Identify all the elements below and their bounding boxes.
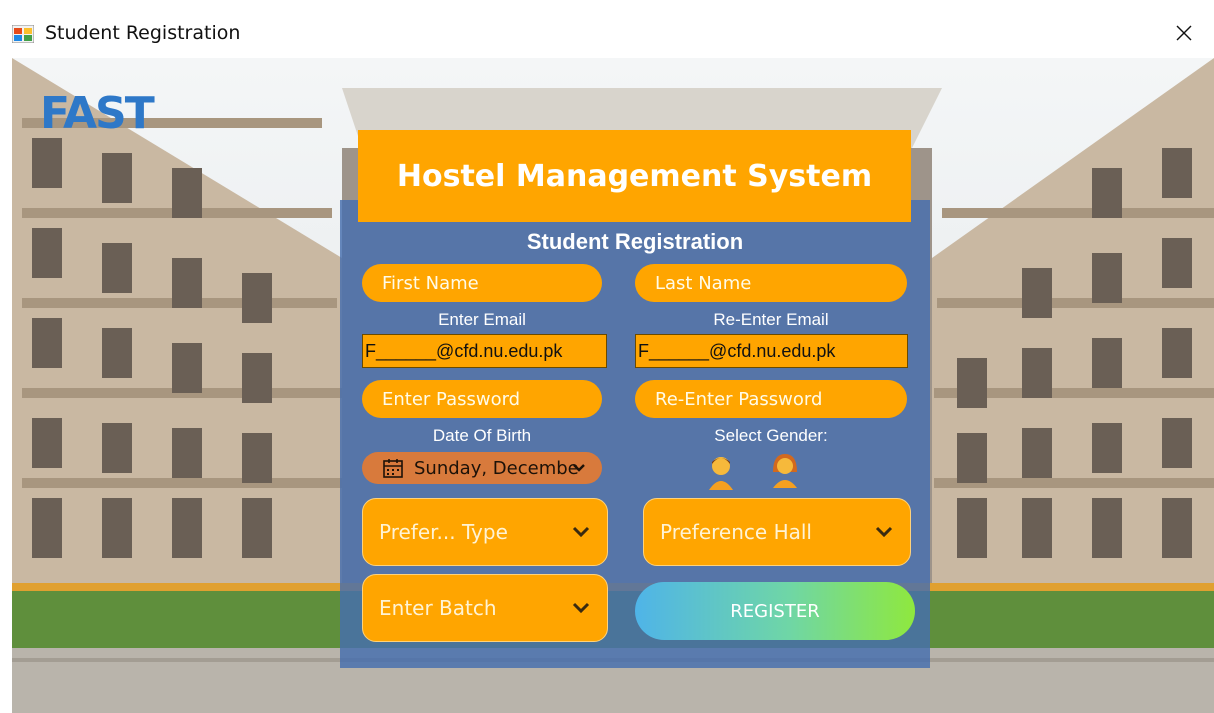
preference-hall-select[interactable]: Preference Hall: [643, 498, 911, 566]
register-button[interactable]: REGISTER: [635, 582, 915, 640]
password-input[interactable]: [362, 380, 602, 418]
repassword-input[interactable]: [635, 380, 907, 418]
reemail-input[interactable]: [635, 334, 908, 368]
page-title: Hostel Management System: [396, 158, 873, 194]
preference-type-value: Prefer... Type: [379, 520, 508, 544]
preference-type-select[interactable]: Prefer... Type: [362, 498, 608, 566]
email-label: Enter Email: [438, 310, 526, 329]
app-icon: [12, 25, 34, 43]
first-name-input[interactable]: [362, 264, 602, 302]
preference-hall-value: Preference Hall: [660, 520, 812, 544]
chevron-down-icon: [875, 526, 893, 538]
close-icon: [1176, 25, 1192, 41]
date-of-birth-picker[interactable]: Sunday, Decembe: [362, 452, 602, 484]
chevron-down-icon: [573, 464, 585, 472]
close-button[interactable]: [1166, 18, 1202, 48]
dob-label: Date Of Birth: [432, 426, 532, 445]
last-name-input[interactable]: [635, 264, 907, 302]
email-input[interactable]: [362, 334, 607, 368]
dob-value: Sunday, Decembe: [414, 457, 579, 479]
reemail-label: Re-Enter Email: [713, 310, 829, 329]
female-avatar-icon[interactable]: [770, 452, 800, 488]
batch-value: Enter Batch: [379, 596, 497, 620]
chevron-down-icon: [572, 526, 590, 538]
title-bar: Student Registration: [0, 0, 1214, 48]
chevron-down-icon: [572, 602, 590, 614]
male-avatar-icon[interactable]: [706, 454, 736, 490]
window-title: Student Registration: [45, 22, 241, 44]
fast-logo: FAST: [40, 88, 155, 139]
form-subtitle: Student Registration: [526, 229, 744, 254]
gender-label: Select Gender:: [714, 426, 828, 445]
calendar-icon: [383, 459, 403, 478]
batch-select[interactable]: Enter Batch: [362, 574, 608, 642]
header-banner: Hostel Management System: [358, 130, 911, 222]
